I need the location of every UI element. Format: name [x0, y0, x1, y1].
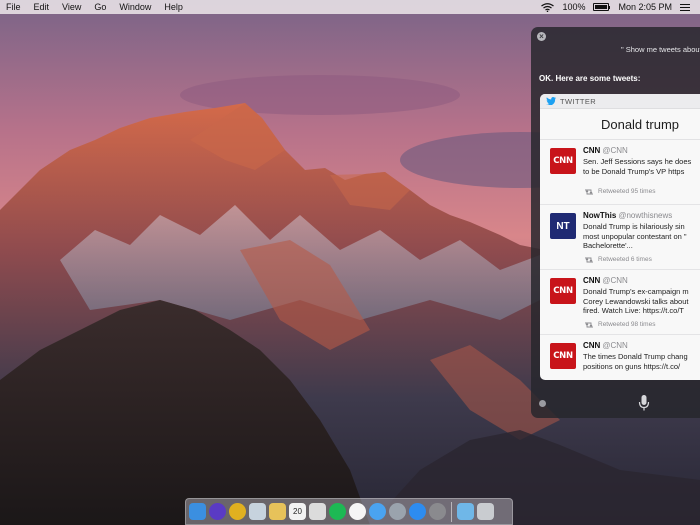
tweet-handle: @CNN	[602, 341, 628, 350]
card-source-label: TWITTER	[560, 96, 597, 106]
tweet-author: CNN	[583, 146, 601, 155]
menu-bar-clock[interactable]: Mon 2:05 PM	[618, 2, 672, 12]
tweet-line: Corey Lewandowski talks about	[583, 296, 689, 306]
siri-options-button[interactable]	[539, 400, 546, 407]
tweet-handle: @CNN	[602, 146, 628, 155]
microphone-icon[interactable]	[638, 394, 650, 412]
twitter-bird-icon	[546, 97, 556, 105]
finder-icon[interactable]	[189, 503, 206, 520]
launchpad-icon[interactable]	[389, 503, 406, 520]
tweet-text: Sen. Jeff Sessions says he does to be Do…	[583, 157, 700, 176]
menu-file[interactable]: File	[6, 0, 21, 14]
siri-query: " Show me tweets about	[621, 45, 700, 54]
trash-icon[interactable]	[477, 503, 494, 520]
tweet-text: Donald Trump's ex-campaign m Corey Lewan…	[583, 287, 700, 316]
tweet-line: most unpopular contestant on "	[583, 231, 687, 241]
retweet-icon	[585, 257, 593, 262]
tweet-handle: @CNN	[602, 276, 628, 285]
tweet-line: Bachelorette'...	[583, 241, 633, 250]
tweet-text: The times Donald Trump chang positions o…	[583, 352, 700, 371]
card-header: TWITTER	[540, 94, 700, 109]
menu-edit[interactable]: Edit	[34, 0, 50, 14]
retweet-count: Retweeted 95 times	[598, 188, 656, 195]
retweet-info: Retweeted 95 times	[584, 188, 655, 195]
dock: 20	[185, 498, 513, 525]
photos-icon[interactable]	[349, 503, 366, 520]
cnn-avatar: CNN	[550, 278, 576, 304]
retweet-count: Retweeted 98 times	[598, 321, 656, 328]
menu-window[interactable]: Window	[119, 0, 151, 14]
tweet-line: Donald Trump's ex-campaign m	[583, 287, 689, 296]
retweet-info: Retweeted 98 times	[584, 321, 655, 328]
wifi-icon[interactable]	[541, 2, 555, 12]
tweet-item[interactable]: CNN CNN @CNN The times Donald Trump chang…	[540, 335, 700, 380]
tweet-text: Donald Trump is hilariously sin most unp…	[583, 222, 700, 251]
downloads-folder-icon[interactable]	[457, 503, 474, 520]
spotify-icon[interactable]	[329, 503, 346, 520]
menu-view[interactable]: View	[62, 0, 81, 14]
twitter-results-card[interactable]: TWITTER Donald trump CNN CNN @CNN Sen. Je…	[540, 94, 700, 380]
notes-icon[interactable]	[309, 503, 326, 520]
tweet-author: CNN	[583, 276, 601, 285]
tweet-handle: @nowthisnews	[618, 211, 673, 220]
tweet-item[interactable]: CNN CNN @CNN Sen. Jeff Sessions says he d…	[540, 140, 700, 205]
preview-icon[interactable]	[249, 503, 266, 520]
cnn-avatar: CNN	[550, 148, 576, 174]
tweet-line: The times Donald Trump chang	[583, 352, 688, 361]
siri-panel: × " Show me tweets about OK. Here are so…	[531, 27, 700, 418]
cnn-avatar: CNN	[550, 343, 576, 369]
chrome-icon[interactable]	[229, 503, 246, 520]
calendar-icon[interactable]: 20	[289, 503, 306, 520]
siri-reply: OK. Here are some tweets:	[539, 74, 641, 83]
siri-icon[interactable]	[209, 503, 226, 520]
retweet-icon	[585, 322, 593, 327]
tweet-line: Sen. Jeff Sessions says he does	[583, 157, 692, 166]
battery-percent[interactable]: 100%	[562, 2, 585, 12]
notification-center-icon[interactable]	[680, 3, 690, 11]
tweet-line: Donald Trump is hilariously sin	[583, 222, 685, 231]
sketch-icon[interactable]	[269, 503, 286, 520]
calendar-day: 20	[293, 507, 302, 516]
retweet-count: Retweeted 6 times	[598, 256, 652, 263]
tweet-line: fired. Watch Live: https://t.co/T	[583, 306, 685, 315]
tweet-item[interactable]: CNN CNN @CNN Donald Trump's ex-campaign m…	[540, 270, 700, 335]
battery-icon[interactable]	[593, 3, 611, 11]
menu-go[interactable]: Go	[94, 0, 106, 14]
menu-help[interactable]: Help	[164, 0, 183, 14]
app-store-icon[interactable]	[409, 503, 426, 520]
menu-bar: File Edit View Go Window Help 100% Mon 2…	[0, 0, 700, 14]
nowthis-avatar: NT	[550, 213, 576, 239]
tweet-author: CNN	[583, 341, 601, 350]
tweet-line: to be Donald Trump's VP https	[583, 166, 685, 176]
siri-close-button[interactable]: ×	[537, 32, 546, 41]
system-preferences-icon[interactable]	[429, 503, 446, 520]
tweet-line: positions on guns https://t.co/	[583, 361, 681, 371]
tweet-item[interactable]: NT NowThis @nowthisnews Donald Trump is h…	[540, 205, 700, 270]
messages-icon[interactable]	[369, 503, 386, 520]
retweet-info: Retweeted 6 times	[584, 256, 652, 263]
dock-separator	[451, 501, 452, 522]
retweet-icon	[585, 189, 593, 194]
tweet-author: NowThis	[583, 211, 617, 220]
search-title: Donald trump	[540, 109, 700, 140]
